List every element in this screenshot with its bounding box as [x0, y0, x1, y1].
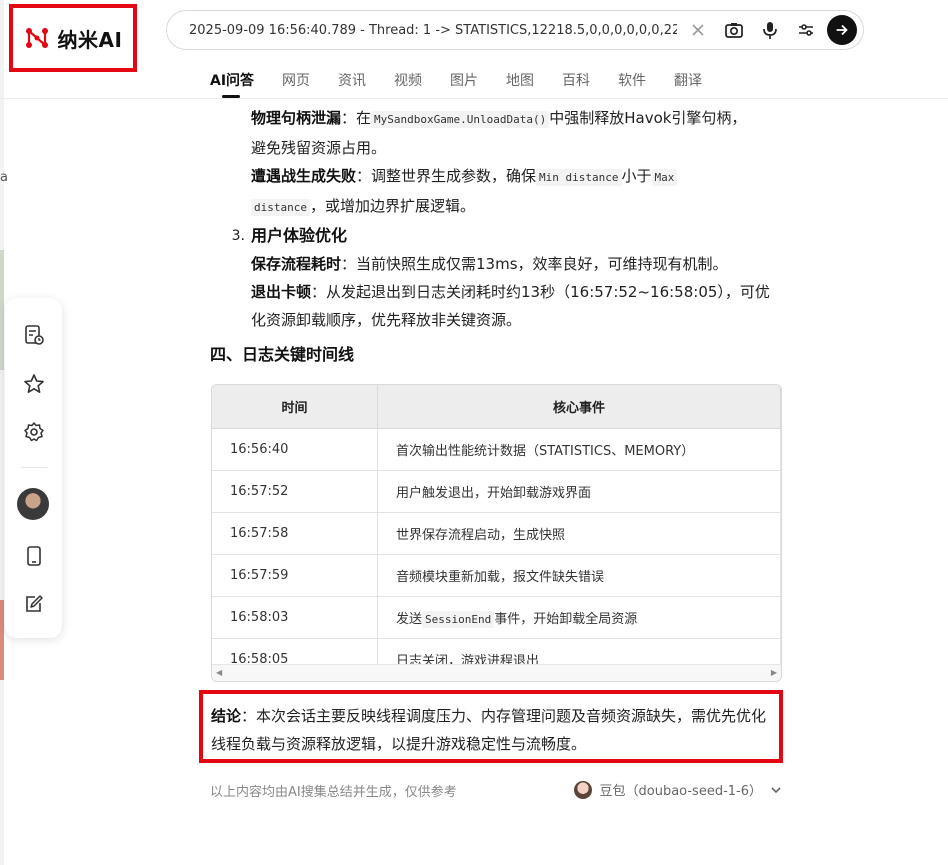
section-ux-heading: 3. 用户体验优化 — [231, 226, 348, 245]
tab-software[interactable]: 软件 — [618, 70, 646, 96]
search-input[interactable]: 2025-09-09 16:56:40.789 - Thread: 1 -> S… — [189, 23, 677, 38]
table-row: 16:56:40 首次输出性能统计数据（STATISTICS、MEMORY） — [212, 428, 781, 471]
settings-icon[interactable] — [21, 419, 47, 445]
search-bar[interactable]: 2025-09-09 16:56:40.789 - Thread: 1 -> S… — [166, 10, 864, 50]
column-header-event: 核心事件 — [377, 385, 781, 429]
search-tabs: AI问答 网页 资讯 视频 图片 地图 百科 软件 翻译 — [210, 70, 730, 98]
tab-video[interactable]: 视频 — [394, 70, 422, 96]
tab-images[interactable]: 图片 — [450, 70, 478, 96]
logo-icon — [25, 28, 48, 48]
floating-toolbar — [5, 298, 62, 638]
tab-maps[interactable]: 地图 — [506, 70, 534, 96]
model-selector[interactable]: 豆包（doubao-seed-1-6） — [573, 780, 783, 799]
history-icon[interactable] — [21, 322, 47, 348]
conclusion-label: 结论 — [211, 707, 242, 725]
chevron-down-icon — [771, 786, 781, 793]
horizontal-scrollbar[interactable]: ◀ ▶ — [212, 664, 781, 681]
table-row: 16:57:52 用户触发退出，开始卸载游戏界面 — [212, 470, 781, 513]
conclusion-text: ：本次会话主要反映线程调度压力、内存管理问题及音频资源缺失，需优先优化线程负载与… — [211, 707, 767, 753]
timeline-table: 时间 核心事件 16:56:40 首次输出性能统计数据（STATISTICS、M… — [211, 384, 782, 682]
scroll-left-icon[interactable]: ◀ — [216, 668, 222, 677]
tab-web[interactable]: 网页 — [282, 70, 310, 96]
edge-glyph: a — [0, 170, 8, 185]
arrow-right-icon — [836, 24, 848, 36]
model-avatar — [573, 780, 592, 799]
scroll-right-icon[interactable]: ▶ — [771, 668, 777, 677]
item-encounter-failure: 遭遇战生成失败：调整世界生成参数，确保 Min distance 小于 Max — [210, 162, 782, 192]
tab-ai-qa[interactable]: AI问答 — [210, 70, 254, 98]
submit-search-button[interactable] — [827, 15, 857, 45]
star-icon[interactable] — [21, 371, 47, 397]
model-name: 豆包（doubao-seed-1-6） — [599, 784, 763, 799]
window-edge — [0, 0, 4, 865]
item-physics-handle-line2: 避免残留资源占用。 — [251, 139, 387, 157]
table-row: 16:58:03 发送 SessionEnd 事件，开始卸载全局资源 — [212, 596, 781, 639]
column-header-time: 时间 — [212, 385, 378, 429]
filter-settings-icon[interactable] — [791, 15, 821, 45]
table-row: 16:57:59 音频模块重新加载，报文件缺失错误 — [212, 554, 781, 597]
item-save-time: 保存流程耗时：当前快照生成仅需13ms，效率良好，可维持现有机制。 — [251, 255, 728, 273]
microphone-icon[interactable] — [755, 15, 785, 45]
toolbar-divider — [21, 467, 47, 468]
disclaimer-text: 以上内容均由AI搜集总结并生成，仅供参考 — [210, 785, 457, 800]
tab-encyclopedia[interactable]: 百科 — [562, 70, 590, 96]
item-exit-lag: 退出卡顿：从发起退出到日志关闭耗时约13秒（16:57:52~16:58:05）… — [251, 283, 770, 301]
item-physics-handle: 物理句柄泄漏：在 MySandboxGame.UnloadData() 中强制释放H… — [251, 109, 747, 128]
conclusion-box: 结论：本次会话主要反映线程调度压力、内存管理问题及音频资源缺失，需优先优化线程负… — [199, 690, 783, 763]
item-exit-lag-line2: 化资源卸载顺序，优先释放非关键资源。 — [251, 311, 522, 329]
answer-footer: 以上内容均由AI搜集总结并生成，仅供参考 豆包（doubao-seed-1-6） — [210, 780, 782, 800]
tab-news[interactable]: 资讯 — [338, 70, 366, 96]
edit-icon[interactable] — [21, 591, 47, 617]
item-encounter-failure-line2: distance ，或增加边界扩展逻辑。 — [210, 192, 782, 222]
clear-icon[interactable] — [683, 15, 713, 45]
tab-translate[interactable]: 翻译 — [674, 70, 702, 96]
table-row: 16:57:58 世界保存流程启动，生成快照 — [212, 512, 781, 555]
avatar[interactable] — [17, 488, 49, 520]
brand-name: 纳米AI — [57, 27, 123, 52]
answer-content: 物理句柄泄漏：在 MySandboxGame.UnloadData() 中强制释放H… — [210, 99, 782, 334]
logo[interactable]: 纳米AI — [9, 4, 137, 72]
section-title: 四、日志关键时间线 — [210, 345, 355, 364]
camera-icon[interactable] — [719, 15, 749, 45]
phone-icon[interactable] — [21, 543, 47, 569]
